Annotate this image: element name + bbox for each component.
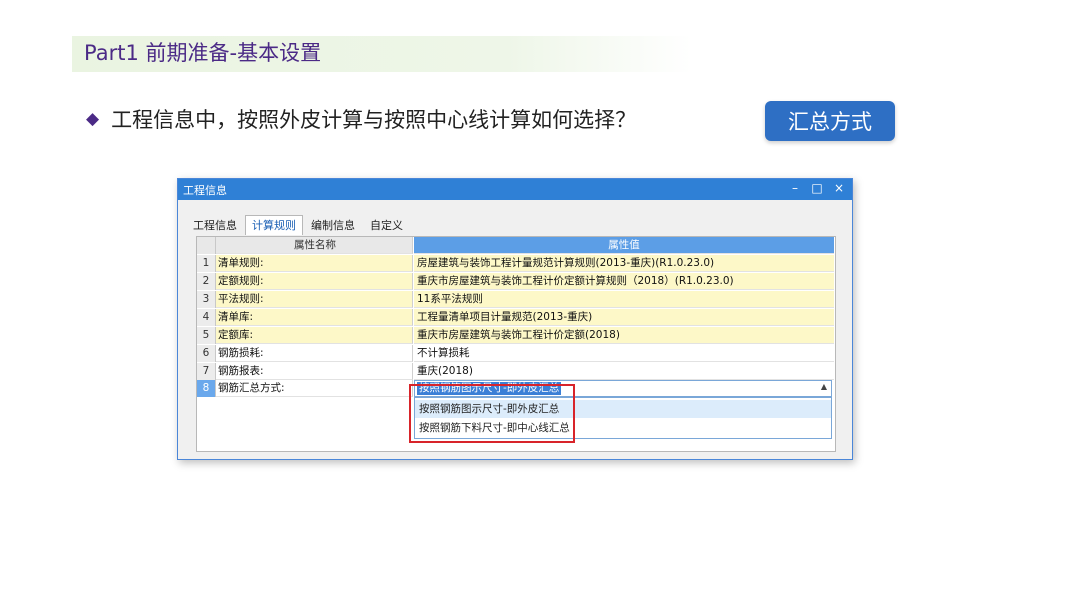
row-number: 5 (197, 327, 216, 344)
property-name: 钢筋汇总方式: (216, 380, 413, 397)
close-icon[interactable]: × (832, 181, 846, 195)
table-row[interactable]: 5 定额库: 重庆市房屋建筑与装饰工程计价定额(2018) (197, 327, 835, 344)
column-header-name[interactable]: 属性名称 (216, 237, 413, 254)
table-row[interactable]: 1 清单规则: 房屋建筑与装饰工程计量规范计算规则(2013-重庆)(R1.0.… (197, 255, 835, 272)
row-number: 8 (197, 380, 216, 397)
table-row[interactable]: 3 平法规则: 11系平法规则 (197, 291, 835, 308)
slide-title: Part1 前期准备-基本设置 (84, 41, 322, 65)
table-row[interactable]: 2 定额规则: 重庆市房屋建筑与装饰工程计价定额计算规则（2018）(R1.0.… (197, 273, 835, 290)
property-value[interactable]: 重庆市房屋建筑与装饰工程计价定额计算规则（2018）(R1.0.23.0) (414, 273, 834, 290)
row-number-header (197, 237, 216, 254)
tab-strip: 工程信息 计算规则 编制信息 自定义 (186, 215, 411, 235)
tab-project-info[interactable]: 工程信息 (186, 215, 244, 235)
property-name: 钢筋损耗: (216, 345, 413, 362)
table-row[interactable]: 7 钢筋报表: 重庆(2018) (197, 363, 835, 380)
table-row[interactable]: 6 钢筋损耗: 不计算损耗 (197, 345, 835, 362)
property-name: 定额规则: (216, 273, 413, 290)
property-name: 清单规则: (216, 255, 413, 272)
column-header-value[interactable]: 属性值 (414, 237, 834, 254)
property-value[interactable]: 重庆(2018) (414, 363, 834, 380)
maximize-icon[interactable]: □ (810, 181, 824, 195)
tab-custom[interactable]: 自定义 (363, 215, 410, 235)
tab-compile-info[interactable]: 编制信息 (304, 215, 362, 235)
row-number: 4 (197, 309, 216, 326)
grid-header-row: 属性名称 属性值 (197, 237, 835, 254)
property-value[interactable]: 重庆市房屋建筑与装饰工程计价定额(2018) (414, 327, 834, 344)
property-value[interactable]: 工程量清单项目计量规范(2013-重庆) (414, 309, 834, 326)
highlight-box (409, 384, 575, 443)
diamond-bullet-icon: ◆ (86, 109, 100, 129)
question-line: ◆ 工程信息中，按照外皮计算与按照中心线计算如何选择？ (86, 104, 636, 134)
property-value[interactable]: 不计算损耗 (414, 345, 834, 362)
window-titlebar[interactable]: 工程信息 – □ × (178, 179, 852, 200)
row-number: 2 (197, 273, 216, 290)
minimize-icon[interactable]: – (788, 181, 802, 195)
row-number: 6 (197, 345, 216, 362)
question-text: 工程信息中，按照外皮计算与按照中心线计算如何选择？ (111, 108, 637, 132)
window-title: 工程信息 (183, 184, 227, 197)
dropdown-arrow-icon[interactable]: ▲ (821, 382, 827, 391)
row-number: 3 (197, 291, 216, 308)
property-name: 平法规则: (216, 291, 413, 308)
property-name: 钢筋报表: (216, 363, 413, 380)
property-name: 定额库: (216, 327, 413, 344)
property-value[interactable]: 房屋建筑与装饰工程计量规范计算规则(2013-重庆)(R1.0.23.0) (414, 255, 834, 272)
property-value[interactable]: 11系平法规则 (414, 291, 834, 308)
row-number: 1 (197, 255, 216, 272)
row-number: 7 (197, 363, 216, 380)
summary-method-badge: 汇总方式 (765, 101, 895, 141)
table-row[interactable]: 4 清单库: 工程量清单项目计量规范(2013-重庆) (197, 309, 835, 326)
tab-calc-rules[interactable]: 计算规则 (245, 215, 303, 235)
property-name: 清单库: (216, 309, 413, 326)
